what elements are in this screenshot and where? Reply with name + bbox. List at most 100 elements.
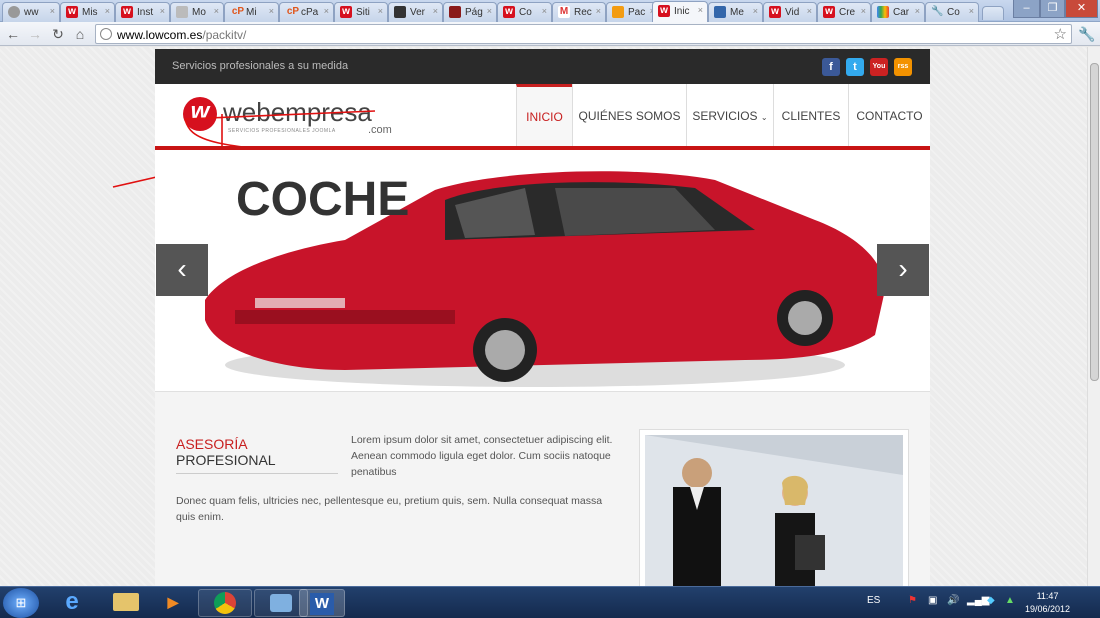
browser-tab[interactable]: cP Mi × xyxy=(224,2,279,22)
globe-icon xyxy=(8,6,20,18)
close-icon[interactable]: × xyxy=(50,6,55,16)
close-icon[interactable]: × xyxy=(969,6,974,16)
browser-tab[interactable]: Ver × xyxy=(388,2,443,22)
address-bar[interactable]: www.lowcom.es/packitv/ ☆ xyxy=(95,24,1072,44)
webempresa-icon: w xyxy=(658,5,670,17)
close-icon[interactable]: × xyxy=(324,6,329,16)
sync-icon[interactable]: ▲ xyxy=(1005,595,1015,606)
content-section: ASESORÍA PROFESIONAL Lorem ipsum dolor s… xyxy=(155,391,930,586)
internet-explorer-icon[interactable]: e xyxy=(44,589,100,617)
browser-tab[interactable]: w Inst × xyxy=(115,2,170,22)
browser-tab[interactable]: M Rec × xyxy=(552,2,606,22)
gmail-icon: M xyxy=(558,6,570,18)
youtube-icon[interactable]: You xyxy=(870,58,888,76)
restore-button[interactable]: ❐ xyxy=(1040,0,1065,18)
nav-inicio[interactable]: INICIO xyxy=(516,84,572,148)
joomla-icon xyxy=(612,6,624,18)
media-player-icon[interactable]: ▶ xyxy=(146,589,200,617)
reload-icon[interactable]: ↻ xyxy=(48,24,68,44)
close-icon[interactable]: × xyxy=(698,5,703,15)
nav-quienes-somos[interactable]: QUIÉNES SOMOS xyxy=(572,84,686,148)
nav-servicios[interactable]: SERVICIOS ⌄ xyxy=(686,84,773,148)
device-icon[interactable]: ▣ xyxy=(928,595,937,606)
windows-taskbar: ⊞ e ▶ W ES ⚑ ▣ 🔊 ▂▄▆ ◆ ▲ 11:47 19/06/2012 xyxy=(0,586,1100,618)
folder-icon[interactable] xyxy=(99,589,153,617)
browser-tab[interactable]: w Mis × xyxy=(60,2,115,22)
business-people-image xyxy=(645,435,903,586)
page-viewport: Servicios profesionales a su medida f t … xyxy=(0,47,1087,586)
home-icon[interactable]: ⌂ xyxy=(70,24,90,44)
close-icon[interactable]: × xyxy=(160,6,165,16)
slider-caption: COCHE xyxy=(236,173,410,226)
scrollbar-thumb[interactable] xyxy=(1090,63,1099,381)
tab-strip: ww × w Mis × w Inst × Mo × cP Mi × cP cPa × w Siti ×… xyxy=(0,0,1100,22)
browser-tab[interactable]: cP cPa × xyxy=(279,2,334,22)
browser-tab[interactable]: ww × xyxy=(2,2,60,22)
twitter-icon[interactable]: t xyxy=(846,58,864,76)
word-icon[interactable]: W xyxy=(299,589,345,617)
close-icon[interactable]: × xyxy=(105,6,110,16)
close-icon[interactable]: × xyxy=(542,6,547,16)
browser-tab[interactable]: w Vid × xyxy=(763,2,817,22)
close-icon[interactable]: × xyxy=(753,6,758,16)
close-icon[interactable]: × xyxy=(269,6,274,16)
webempresa-icon: w xyxy=(340,6,352,18)
flag-icon[interactable]: ⚑ xyxy=(908,595,917,606)
language-indicator[interactable]: ES xyxy=(867,595,880,606)
page-icon xyxy=(176,6,188,18)
browser-tab-active[interactable]: w Inic × xyxy=(652,1,708,22)
wrench-menu-icon[interactable]: 🔧 xyxy=(1077,24,1097,44)
browser-tab[interactable]: Car × xyxy=(871,2,925,22)
body-paragraph: Donec quam felis, ultricies nec, pellent… xyxy=(176,495,603,523)
url-text: www.lowcom.es/packitv/ xyxy=(117,28,247,42)
close-icon[interactable]: × xyxy=(807,6,812,16)
nav-contacto[interactable]: CONTACTO xyxy=(848,84,930,148)
close-icon[interactable]: × xyxy=(596,6,601,16)
dropbox-icon[interactable]: ◆ xyxy=(987,595,995,606)
close-icon[interactable]: × xyxy=(861,6,866,16)
browser-tab[interactable]: Mo × xyxy=(170,2,224,22)
browser-tab[interactable]: w Siti × xyxy=(334,2,388,22)
cpanel-icon: cP xyxy=(286,6,300,17)
slider-prev-arrow-icon[interactable]: ‹ xyxy=(156,244,208,296)
close-icon[interactable]: × xyxy=(433,6,438,16)
section-heading: ASESORÍA PROFESIONAL xyxy=(176,436,338,474)
wrench-icon: 🔧 xyxy=(931,6,944,17)
close-icon[interactable]: × xyxy=(915,6,920,16)
business-photo xyxy=(639,429,909,586)
new-tab-button[interactable] xyxy=(982,6,1004,20)
system-clock[interactable]: 11:47 19/06/2012 xyxy=(1025,590,1070,616)
volume-icon[interactable]: 🔊 xyxy=(947,595,959,606)
bookmark-star-icon[interactable]: ☆ xyxy=(1054,25,1067,43)
page-info-icon xyxy=(100,28,112,40)
browser-tab[interactable]: w Co × xyxy=(497,2,552,22)
me-icon xyxy=(714,6,726,18)
start-button[interactable]: ⊞ xyxy=(3,588,39,618)
close-window-button[interactable]: ✕ xyxy=(1065,0,1098,18)
chevron-down-icon: ⌄ xyxy=(760,113,768,122)
browser-tab[interactable]: 🔧 Co × xyxy=(925,2,979,22)
ver-icon xyxy=(394,6,406,18)
facebook-icon[interactable]: f xyxy=(822,58,840,76)
intro-paragraph: Lorem ipsum dolor sit amet, consectetuer… xyxy=(351,434,613,478)
browser-toolbar: ← → ↻ ⌂ www.lowcom.es/packitv/ ☆ 🔧 xyxy=(0,22,1100,46)
close-icon[interactable]: × xyxy=(487,6,492,16)
webempresa-icon: w xyxy=(503,6,515,18)
vertical-scrollbar[interactable] xyxy=(1087,47,1100,586)
close-icon[interactable]: × xyxy=(214,6,219,16)
cpanel-icon: cP xyxy=(231,6,245,17)
slider-next-arrow-icon[interactable]: › xyxy=(877,244,929,296)
browser-tab[interactable]: w Cre × xyxy=(817,2,871,22)
browser-tab[interactable]: Me × xyxy=(708,2,763,22)
chrome-taskbar-icon[interactable] xyxy=(198,589,252,617)
forward-arrow-icon[interactable]: → xyxy=(25,24,45,44)
rss-icon[interactable]: rss xyxy=(894,58,912,76)
webempresa-icon: w xyxy=(823,6,835,18)
minimize-button[interactable]: – xyxy=(1013,0,1040,18)
webempresa-icon: w xyxy=(769,6,781,18)
webempresa-icon: w xyxy=(121,6,133,18)
browser-tab[interactable]: Pág × xyxy=(443,2,497,22)
nav-clientes[interactable]: CLIENTES xyxy=(773,84,848,148)
close-icon[interactable]: × xyxy=(378,6,383,16)
back-arrow-icon[interactable]: ← xyxy=(3,24,23,44)
